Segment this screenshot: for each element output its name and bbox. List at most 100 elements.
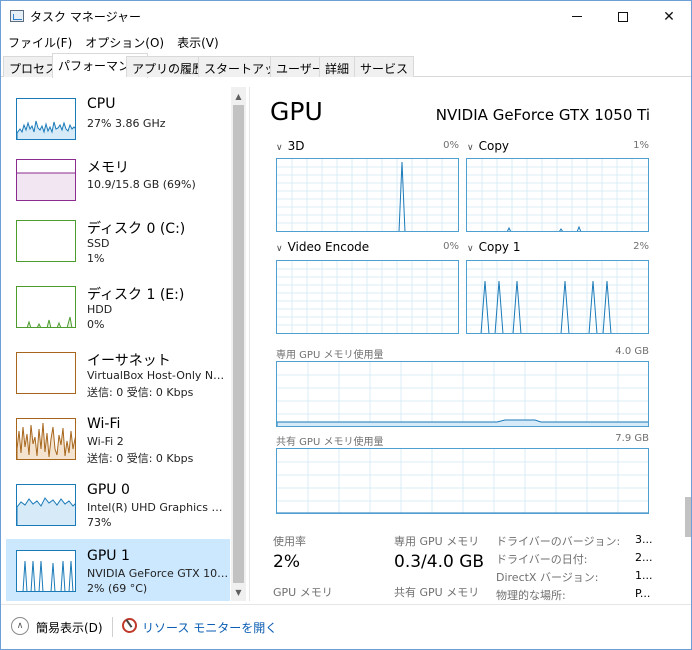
menu-options[interactable]: オプション(O) [78, 32, 170, 52]
fewer-details-button[interactable]: 簡易表示(D) [36, 619, 103, 636]
title-bar[interactable]: タスク マネージャー ✕ [1, 1, 691, 32]
engine-selector-copy-1[interactable]: ∨ Copy 1 [467, 240, 520, 254]
engine-percent: 0% [443, 140, 459, 151]
engine-selector-3d[interactable]: ∨ 3D [276, 139, 304, 153]
shared-memory-max: 7.9 GB [615, 433, 649, 444]
sidebar-item-detail: NVIDIA GeForce GTX 105... [87, 567, 229, 580]
chevron-down-icon: ∨ [276, 244, 283, 254]
dedicated-mem-stat-label: 専用 GPU メモリ [394, 535, 480, 548]
dedicated-memory-label: 専用 GPU メモリ使用量 [276, 350, 384, 361]
sidebar-item-detail: 0% [87, 318, 105, 331]
engine-name: Copy [478, 139, 510, 153]
minimize-button[interactable] [554, 1, 600, 32]
driver-date-value: 2... [635, 551, 653, 564]
engine-graph-copy [466, 158, 649, 232]
driver-version-value: 3... [635, 533, 653, 546]
sidebar-item-detail: HDD [87, 303, 113, 316]
sidebar-item-detail: 送信: 0 受信: 0 Kbps [87, 452, 194, 465]
sidebar-item-detail: 73% [87, 516, 112, 529]
sidebar-item-detail: SSD [87, 237, 110, 250]
physical-location-value: P... [635, 587, 651, 600]
sidebar-scrollbar[interactable]: ▲ ▼ [231, 87, 246, 601]
scroll-down-icon[interactable]: ▼ [231, 585, 246, 600]
sidebar-item-detail: 1% [87, 252, 105, 265]
gpu-memory-stat-label: GPU メモリ [273, 586, 333, 599]
gpu-detail-panel: GPU NVIDIA GeForce GTX 1050 Ti ∨ 3D 0% ∨ C… [251, 87, 691, 602]
engine-selector-copy[interactable]: ∨ Copy [467, 139, 509, 153]
open-resource-monitor-link[interactable]: リソース モニターを開く [142, 619, 277, 636]
chevron-up-icon[interactable]: ∧ [11, 617, 29, 635]
sidebar-item-title: イーサネット [87, 353, 171, 369]
shared-memory-label: 共有 GPU メモリ使用量 [276, 437, 384, 448]
physical-location-label: 物理的な場所: [496, 589, 566, 602]
sidebar-item-detail: VirtualBox Host-Only Ne... [87, 369, 229, 382]
task-manager-app-icon [10, 10, 24, 22]
resource-monitor-icon [122, 618, 137, 633]
sidebar-item-wifi[interactable]: Wi-Fi Wi-Fi 2 送信: 0 受信: 0 Kbps [6, 407, 230, 472]
engine-percent: 0% [443, 241, 459, 252]
engine-graph-3d [276, 158, 459, 232]
footer-bar: ∧ 簡易表示(D) リソース モニターを開く [1, 604, 691, 649]
scroll-up-icon[interactable]: ▲ [231, 89, 246, 104]
engine-name: Video Encode [287, 240, 370, 254]
sidebar-item-title: ディスク 0 (C:) [87, 221, 186, 237]
sidebar-item-title: Wi-Fi [87, 416, 121, 432]
pane-divider[interactable] [249, 87, 250, 601]
cpu-thumbnail-graph [16, 98, 76, 140]
utilization-label: 使用率 [273, 535, 306, 548]
utilization-value: 2% [273, 552, 300, 572]
shared-mem-stat-label: 共有 GPU メモリ [394, 586, 480, 599]
sidebar-scroll-thumb[interactable] [233, 105, 244, 583]
dedicated-mem-stat-value: 0.3/4.0 GB [394, 552, 485, 572]
ethernet-thumbnail-graph [16, 352, 76, 394]
chevron-down-icon: ∨ [467, 244, 474, 254]
memory-thumbnail-graph [16, 159, 76, 201]
sidebar-item-detail: 2% (69 °C) [87, 582, 148, 595]
footer-separator [112, 617, 113, 637]
sidebar-item-gpu-0[interactable]: GPU 0 Intel(R) UHD Graphics 630 73% [6, 473, 230, 538]
shared-memory-graph [276, 448, 649, 514]
sidebar-item-detail: Wi-Fi 2 [87, 435, 124, 448]
tab-services[interactable]: サービス [354, 56, 415, 77]
engine-selector-video-encode[interactable]: ∨ Video Encode [276, 240, 369, 254]
menu-file[interactable]: ファイル(F) [1, 32, 78, 52]
sidebar-item-title: GPU 1 [87, 548, 130, 564]
maximize-icon [618, 11, 628, 22]
engine-name: 3D [287, 139, 305, 153]
tab-strip: プロセス パフォーマンス アプリの履歴 スタートアップ ユーザー 詳細 サービス [1, 53, 691, 78]
gpu-model-name: NVIDIA GeForce GTX 1050 Ti [435, 106, 650, 124]
sidebar-item-gpu-1[interactable]: GPU 1 NVIDIA GeForce GTX 105... 2% (69 °… [6, 539, 230, 601]
menu-view[interactable]: 表示(V) [170, 32, 225, 52]
sidebar-item-ethernet[interactable]: イーサネット VirtualBox Host-Only Ne... 送信: 0 … [6, 341, 230, 406]
close-button[interactable]: ✕ [646, 1, 692, 32]
sidebar-item-title: CPU [87, 96, 116, 112]
window-title: タスク マネージャー [30, 10, 141, 24]
sidebar-item-disk-1[interactable]: ディスク 1 (E:) HDD 0% [6, 275, 230, 340]
sidebar-item-disk-0[interactable]: ディスク 0 (C:) SSD 1% [6, 209, 230, 274]
engine-percent: 1% [633, 140, 649, 151]
performance-sidebar: CPU 27% 3.86 GHz メモリ 10.9/15.8 GB (69%) … [2, 87, 248, 601]
maximize-button[interactable] [600, 1, 646, 32]
directx-version-value: 1... [635, 569, 653, 582]
chevron-down-icon: ∨ [276, 143, 283, 153]
sidebar-item-cpu[interactable]: CPU 27% 3.86 GHz [6, 87, 230, 152]
gpu0-thumbnail-graph [16, 484, 76, 526]
minimize-icon [572, 16, 582, 17]
sidebar-item-detail: 27% 3.86 GHz [87, 117, 166, 130]
tab-details[interactable]: 詳細 [319, 56, 356, 77]
engine-percent: 2% [633, 241, 649, 252]
sidebar-item-detail: 10.9/15.8 GB (69%) [87, 178, 196, 191]
detail-scrollbar[interactable] [685, 497, 691, 537]
gpu-heading: GPU [270, 97, 323, 126]
engine-name: Copy 1 [478, 240, 521, 254]
gpu1-thumbnail-graph [16, 550, 76, 592]
sidebar-item-title: GPU 0 [87, 482, 130, 498]
menu-bar: ファイル(F) オプション(O) 表示(V) [1, 32, 691, 52]
close-icon: ✕ [663, 8, 675, 25]
disk0-thumbnail-graph [16, 220, 76, 262]
directx-version-label: DirectX バージョン: [496, 571, 599, 584]
sidebar-item-memory[interactable]: メモリ 10.9/15.8 GB (69%) [6, 148, 230, 213]
sidebar-item-detail: 送信: 0 受信: 0 Kbps [87, 386, 194, 399]
engine-graph-video-encode [276, 260, 459, 334]
sidebar-item-detail: Intel(R) UHD Graphics 630 [87, 501, 229, 514]
